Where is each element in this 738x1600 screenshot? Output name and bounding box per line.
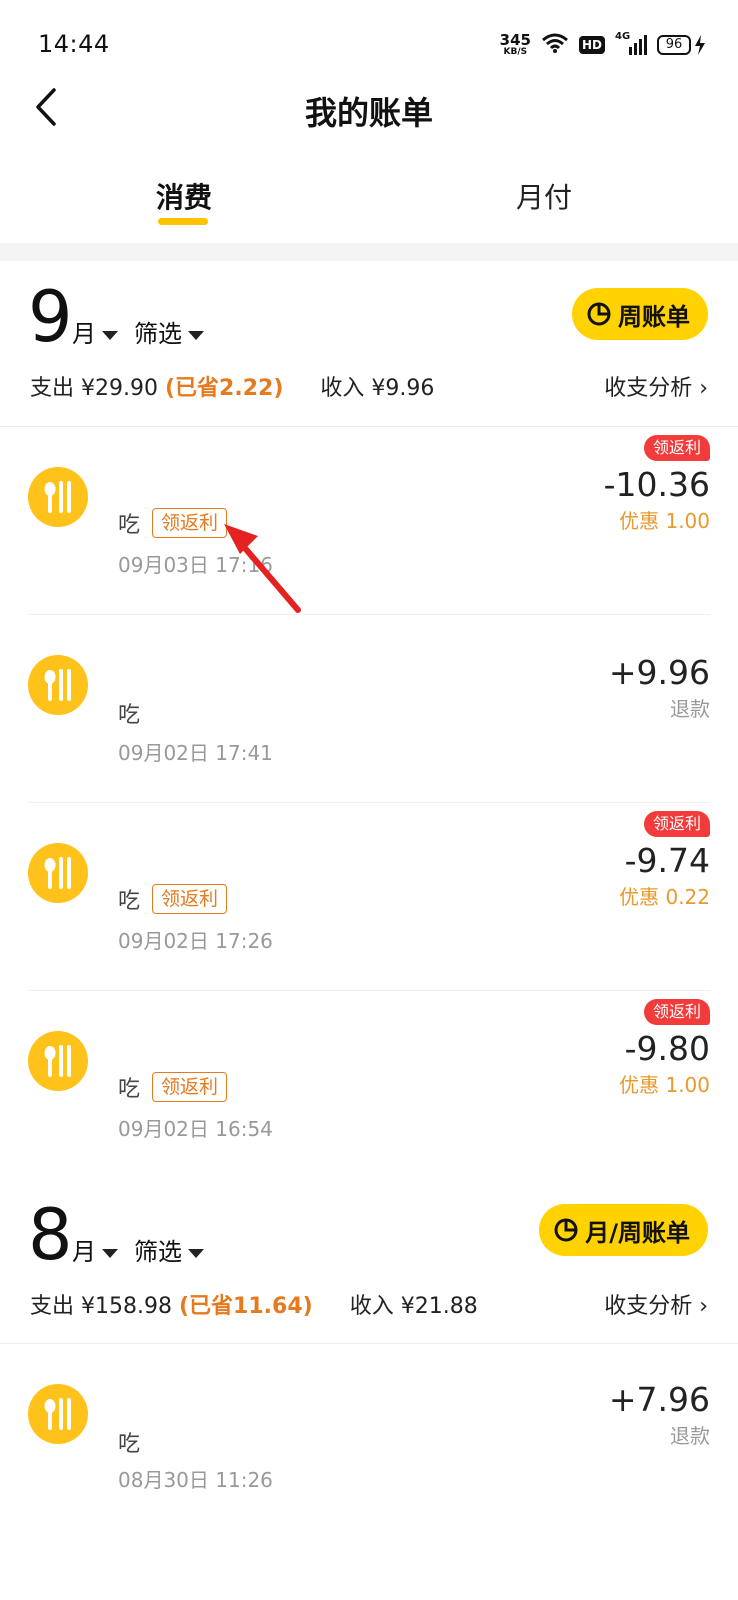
category-label: 吃 [118,889,141,914]
caret-down-icon [102,1248,118,1258]
rebate-tag[interactable]: 领返利 [152,884,228,914]
bill-button-label: 周账单 [618,302,690,331]
category-label: 吃 [118,1077,141,1102]
category-label: 吃 [118,513,141,538]
income-label: 收入 [349,1294,394,1319]
saved-amount: (已省2.22) [165,376,284,401]
red-arrow-annotation-icon [224,524,301,613]
net-speed-value: 345 [499,31,531,49]
hd-icon: HD [578,36,605,54]
wifi-icon [541,32,569,58]
filter-label: 筛选 [134,1238,182,1266]
transaction-amount: -9.80 [624,1029,710,1068]
month-number: 9 [28,276,73,358]
bill-button-label: 月/周账单 [585,1218,690,1247]
filter-dropdown[interactable]: 筛选 [134,1232,204,1267]
transaction-date: 08月30日 11:26 [118,1468,273,1492]
net-speed-unit: KB/S [503,47,528,57]
transaction-row[interactable]: 吃 领返利 09月03日 17:16 领返利 -10.36 优惠 1.00 [0,427,738,615]
month-unit-label: 月 [72,320,96,348]
transaction-category: 吃 [118,697,140,729]
month-selector[interactable]: 月 [72,1232,118,1267]
transaction-discount: 优惠 1.00 [619,509,710,533]
page-title: 我的账单 [304,94,433,132]
income-expense-analysis-link[interactable]: 收支分析 › [604,370,708,402]
month-header-september: 9 月 筛选 周账单 支出 ¥29.90 (已省2.22) 收入 ¥9.96 收… [0,262,738,426]
filter-label: 筛选 [134,320,182,348]
transaction-date: 09月02日 17:26 [118,929,273,953]
category-label: 吃 [118,703,141,728]
pie-chart-icon [554,1218,578,1242]
food-category-icon [28,1031,88,1091]
active-tab-indicator [158,218,208,225]
transaction-amount: +7.96 [608,1380,710,1419]
transaction-row[interactable]: 吃 09月02日 17:41 +9.96 退款 [0,615,738,803]
rebate-badge[interactable]: 领返利 [643,435,710,461]
status-time: 14:44 [38,30,110,58]
expense-amount: ¥158.98 [81,1294,172,1319]
net-speed-indicator: 345 KB/S [500,33,531,57]
income-amount: ¥9.96 [371,376,435,401]
transaction-category: 吃 领返利 [118,1071,228,1103]
expense-label: 支出 [30,376,75,401]
battery-icon: 96 [657,35,706,55]
transaction-category: 吃 [118,1426,140,1458]
monthly-weekly-bill-button[interactable]: 月/周账单 [539,1204,708,1256]
transaction-discount: 优惠 0.22 [619,885,710,909]
income-amount: ¥21.88 [400,1294,478,1319]
expense-label: 支出 [30,1294,75,1319]
status-icons: 345 KB/S HD 4G 96 [500,30,706,60]
tab-consume[interactable]: 消费 [156,176,212,216]
rebate-badge[interactable]: 领返利 [643,999,710,1025]
transaction-row[interactable]: 吃 领返利 09月02日 17:26 领返利 -9.74 优惠 0.22 [0,803,738,991]
food-category-icon [28,843,88,903]
transaction-refund-label: 退款 [670,697,710,721]
app-header: 我的账单 [0,70,738,150]
category-label: 吃 [118,1432,141,1457]
month-selector[interactable]: 月 [72,314,118,349]
transaction-date: 09月02日 17:41 [118,741,273,765]
weekly-bill-button[interactable]: 周账单 [572,288,708,340]
rebate-tag[interactable]: 领返利 [152,1072,228,1102]
tab-bar: 消费 月付 [0,160,738,240]
signal-icon: 4G [615,31,647,55]
network-type-label: 4G [615,31,631,42]
rebate-badge[interactable]: 领返利 [643,811,710,837]
month-number: 8 [28,1194,73,1276]
expense-amount: ¥29.90 [81,376,158,401]
month-summary: 支出 ¥158.98 (已省11.64) 收入 ¥21.88 [30,1288,478,1320]
caret-down-icon [102,330,118,340]
transaction-date: 09月02日 16:54 [118,1117,273,1141]
transaction-row[interactable]: 吃 08月30日 11:26 +7.96 退款 [0,1344,738,1532]
transaction-amount: -9.74 [624,841,710,880]
food-category-icon [28,1384,88,1444]
month-header-august: 8 月 筛选 月/周账单 支出 ¥158.98 (已省11.64) 收入 ¥21… [0,1180,738,1343]
battery-level: 96 [657,35,691,55]
income-expense-analysis-link[interactable]: 收支分析 › [604,1288,708,1320]
pie-chart-icon [587,302,611,326]
transaction-discount: 优惠 1.00 [619,1073,710,1097]
section-separator [0,243,738,261]
transaction-refund-label: 退款 [670,1424,710,1448]
transaction-amount: +9.96 [608,653,710,692]
income-label: 收入 [320,376,365,401]
caret-down-icon [188,330,204,340]
month-unit-label: 月 [72,1238,96,1266]
caret-down-icon [188,1248,204,1258]
food-category-icon [28,655,88,715]
transaction-amount: -10.36 [603,465,710,504]
food-category-icon [28,467,88,527]
transaction-category: 吃 领返利 [118,883,228,915]
tab-monthly-pay[interactable]: 月付 [516,176,572,216]
transaction-row[interactable]: 吃 领返利 09月02日 16:54 领返利 -9.80 优惠 1.00 [0,991,738,1179]
filter-dropdown[interactable]: 筛选 [134,314,204,349]
month-summary: 支出 ¥29.90 (已省2.22) 收入 ¥9.96 [30,370,434,402]
saved-amount: (已省11.64) [179,1294,313,1319]
